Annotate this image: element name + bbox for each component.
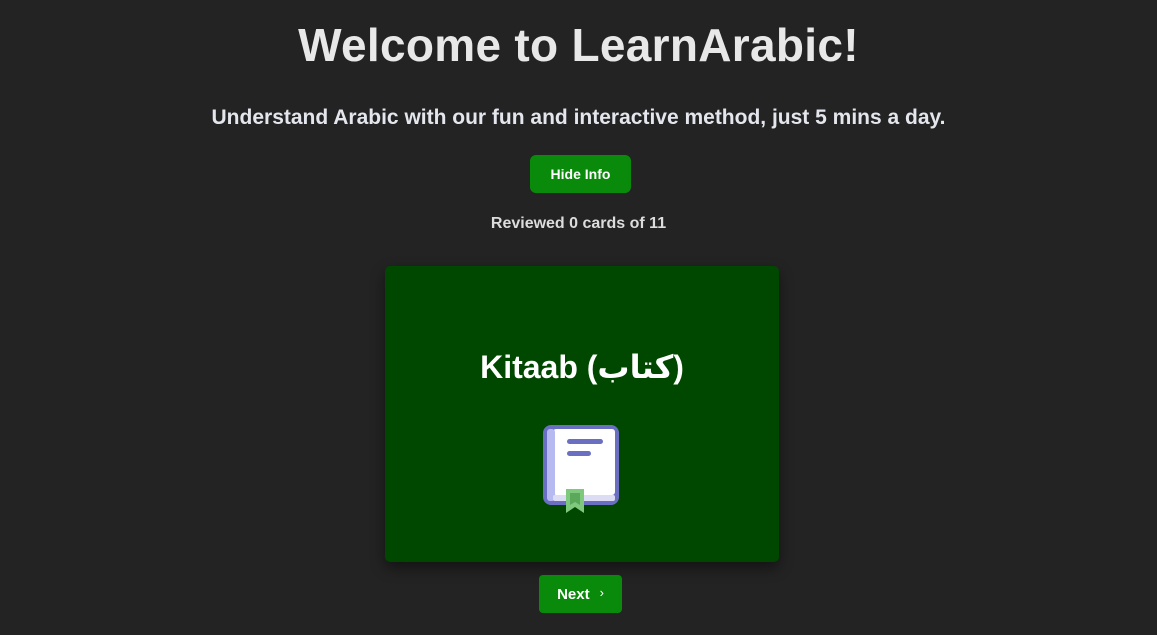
hide-info-button[interactable]: Hide Info xyxy=(530,155,631,193)
next-button[interactable]: Next › xyxy=(539,575,622,613)
page-subtitle: Understand Arabic with our fun and inter… xyxy=(211,106,946,129)
page-title: Welcome to LearnArabic! xyxy=(298,19,859,71)
review-progress-text: Reviewed 0 cards of 11 xyxy=(490,215,667,232)
flashcard[interactable]: Kitaab (كتاب) xyxy=(385,266,779,562)
chevron-right-icon: › xyxy=(599,584,604,600)
next-button-label: Next xyxy=(557,585,590,603)
book-icon xyxy=(543,425,619,513)
flashcard-word: Kitaab (كتاب) xyxy=(480,349,684,385)
